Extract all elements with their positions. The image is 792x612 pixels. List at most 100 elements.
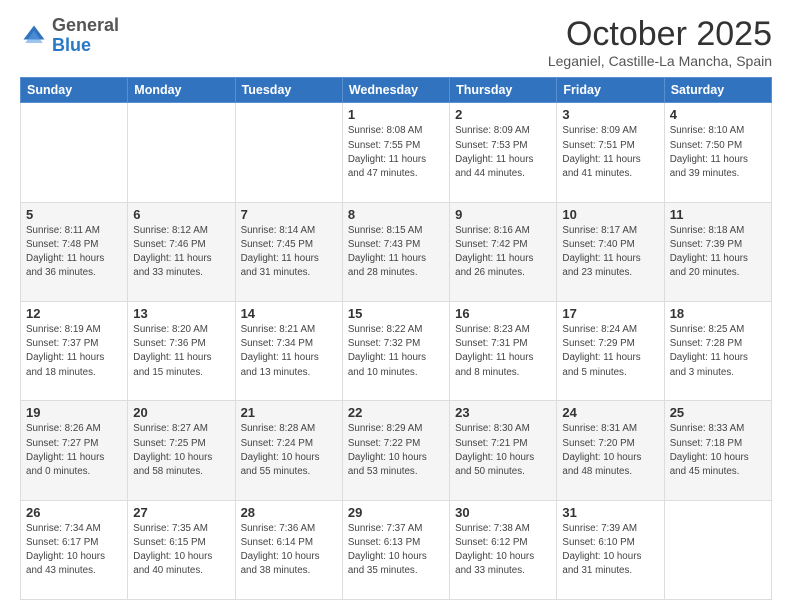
day-number: 29 — [348, 505, 444, 520]
day-info: Sunrise: 8:16 AM Sunset: 7:42 PM Dayligh… — [455, 224, 551, 281]
day-number: 10 — [562, 207, 658, 222]
day-number: 24 — [562, 405, 658, 420]
calendar-cell — [128, 103, 235, 202]
day-info: Sunrise: 8:26 AM Sunset: 7:27 PM Dayligh… — [26, 422, 122, 479]
weekday-header: Thursday — [450, 78, 557, 103]
day-number: 28 — [241, 505, 337, 520]
calendar-cell: 13 Sunrise: 8:20 AM Sunset: 7:36 PM Dayli… — [128, 302, 235, 401]
calendar-cell: 9Sunrise: 8:16 AM Sunset: 7:42 PM Daylig… — [450, 202, 557, 301]
day-info: Sunrise: 8:30 AM Sunset: 7:21 PM Dayligh… — [455, 422, 551, 479]
calendar-cell: 3 Sunrise: 8:09 AM Sunset: 7:51 PM Daylig… — [557, 103, 664, 202]
calendar-cell: 26 Sunrise: 7:34 AM Sunset: 6:17 PM Dayli… — [21, 500, 128, 599]
calendar-cell: 16 Sunrise: 8:23 AM Sunset: 7:31 PM Dayli… — [450, 302, 557, 401]
day-number: 31 — [562, 505, 658, 520]
day-info: Sunrise: 8:14 AM Sunset: 7:45 PM Dayligh… — [241, 224, 337, 281]
day-info: Sunrise: 8:28 AM Sunset: 7:24 PM Dayligh… — [241, 422, 337, 479]
day-number: 11 — [670, 207, 766, 222]
calendar-cell: 18Sunrise: 8:25 AM Sunset: 7:28 PM Dayli… — [664, 302, 771, 401]
calendar-cell — [21, 103, 128, 202]
calendar-cell — [235, 103, 342, 202]
logo: General Blue — [20, 16, 119, 56]
day-number: 7 — [241, 207, 337, 222]
day-info: Sunrise: 8:23 AM Sunset: 7:31 PM Dayligh… — [455, 323, 551, 380]
header: General Blue October 2025 Leganiel, Cast… — [20, 16, 772, 69]
calendar-week-row: 19 Sunrise: 8:26 AM Sunset: 7:27 PM Dayli… — [21, 401, 772, 500]
day-info: Sunrise: 8:17 AM Sunset: 7:40 PM Dayligh… — [562, 224, 658, 281]
day-number: 6 — [133, 207, 229, 222]
day-info: Sunrise: 7:39 AM Sunset: 6:10 PM Dayligh… — [562, 522, 658, 579]
calendar-week-row: 5 Sunrise: 8:11 AM Sunset: 7:48 PM Daylig… — [21, 202, 772, 301]
day-number: 26 — [26, 505, 122, 520]
day-number: 22 — [348, 405, 444, 420]
day-number: 14 — [241, 306, 337, 321]
day-number: 5 — [26, 207, 122, 222]
day-number: 27 — [133, 505, 229, 520]
calendar-cell: 4Sunrise: 8:10 AM Sunset: 7:50 PM Daylig… — [664, 103, 771, 202]
day-info: Sunrise: 8:29 AM Sunset: 7:22 PM Dayligh… — [348, 422, 444, 479]
calendar-cell: 11 Sunrise: 8:18 AM Sunset: 7:39 PM Dayli… — [664, 202, 771, 301]
logo-blue: Blue — [52, 35, 91, 55]
calendar-cell: 28Sunrise: 7:36 AM Sunset: 6:14 PM Dayli… — [235, 500, 342, 599]
day-info: Sunrise: 8:25 AM Sunset: 7:28 PM Dayligh… — [670, 323, 766, 380]
calendar-cell: 5 Sunrise: 8:11 AM Sunset: 7:48 PM Daylig… — [21, 202, 128, 301]
day-number: 17 — [562, 306, 658, 321]
day-number: 1 — [348, 107, 444, 122]
day-number: 16 — [455, 306, 551, 321]
calendar-cell: 22 Sunrise: 8:29 AM Sunset: 7:22 PM Dayli… — [342, 401, 449, 500]
month-title: October 2025 — [548, 16, 772, 53]
day-number: 21 — [241, 405, 337, 420]
day-number: 3 — [562, 107, 658, 122]
day-info: Sunrise: 8:33 AM Sunset: 7:18 PM Dayligh… — [670, 422, 766, 479]
weekday-header: Sunday — [21, 78, 128, 103]
calendar-cell: 12 Sunrise: 8:19 AM Sunset: 7:37 PM Dayli… — [21, 302, 128, 401]
calendar-cell: 15 Sunrise: 8:22 AM Sunset: 7:32 PM Dayli… — [342, 302, 449, 401]
day-number: 15 — [348, 306, 444, 321]
weekday-header: Saturday — [664, 78, 771, 103]
calendar-cell: 31 Sunrise: 7:39 AM Sunset: 6:10 PM Dayli… — [557, 500, 664, 599]
day-info: Sunrise: 8:22 AM Sunset: 7:32 PM Dayligh… — [348, 323, 444, 380]
day-info: Sunrise: 8:20 AM Sunset: 7:36 PM Dayligh… — [133, 323, 229, 380]
day-number: 23 — [455, 405, 551, 420]
day-info: Sunrise: 7:34 AM Sunset: 6:17 PM Dayligh… — [26, 522, 122, 579]
calendar-cell: 7 Sunrise: 8:14 AM Sunset: 7:45 PM Daylig… — [235, 202, 342, 301]
calendar-cell: 21 Sunrise: 8:28 AM Sunset: 7:24 PM Dayli… — [235, 401, 342, 500]
logo-general: General — [52, 15, 119, 35]
day-number: 12 — [26, 306, 122, 321]
day-info: Sunrise: 8:08 AM Sunset: 7:55 PM Dayligh… — [348, 124, 444, 181]
calendar-cell: 29 Sunrise: 7:37 AM Sunset: 6:13 PM Dayli… — [342, 500, 449, 599]
title-area: October 2025 Leganiel, Castille-La Manch… — [548, 16, 772, 69]
calendar-cell: 25 Sunrise: 8:33 AM Sunset: 7:18 PM Dayli… — [664, 401, 771, 500]
day-info: Sunrise: 7:37 AM Sunset: 6:13 PM Dayligh… — [348, 522, 444, 579]
day-info: Sunrise: 8:24 AM Sunset: 7:29 PM Dayligh… — [562, 323, 658, 380]
day-info: Sunrise: 8:09 AM Sunset: 7:53 PM Dayligh… — [455, 124, 551, 181]
day-number: 25 — [670, 405, 766, 420]
calendar-cell: 27Sunrise: 7:35 AM Sunset: 6:15 PM Dayli… — [128, 500, 235, 599]
calendar-table: SundayMondayTuesdayWednesdayThursdayFrid… — [20, 77, 772, 600]
day-info: Sunrise: 8:15 AM Sunset: 7:43 PM Dayligh… — [348, 224, 444, 281]
calendar-cell: 17 Sunrise: 8:24 AM Sunset: 7:29 PM Dayli… — [557, 302, 664, 401]
day-info: Sunrise: 8:31 AM Sunset: 7:20 PM Dayligh… — [562, 422, 658, 479]
weekday-header: Monday — [128, 78, 235, 103]
day-info: Sunrise: 7:38 AM Sunset: 6:12 PM Dayligh… — [455, 522, 551, 579]
calendar-week-row: 26 Sunrise: 7:34 AM Sunset: 6:17 PM Dayli… — [21, 500, 772, 599]
day-info: Sunrise: 8:18 AM Sunset: 7:39 PM Dayligh… — [670, 224, 766, 281]
day-number: 13 — [133, 306, 229, 321]
page: General Blue October 2025 Leganiel, Cast… — [0, 0, 792, 612]
day-info: Sunrise: 8:12 AM Sunset: 7:46 PM Dayligh… — [133, 224, 229, 281]
calendar-cell — [664, 500, 771, 599]
calendar-cell: 23 Sunrise: 8:30 AM Sunset: 7:21 PM Dayli… — [450, 401, 557, 500]
calendar-cell: 2Sunrise: 8:09 AM Sunset: 7:53 PM Daylig… — [450, 103, 557, 202]
day-number: 19 — [26, 405, 122, 420]
day-info: Sunrise: 8:27 AM Sunset: 7:25 PM Dayligh… — [133, 422, 229, 479]
calendar-cell: 14 Sunrise: 8:21 AM Sunset: 7:34 PM Dayli… — [235, 302, 342, 401]
calendar-cell: 10 Sunrise: 8:17 AM Sunset: 7:40 PM Dayli… — [557, 202, 664, 301]
calendar-cell: 20Sunrise: 8:27 AM Sunset: 7:25 PM Dayli… — [128, 401, 235, 500]
calendar-cell: 1 Sunrise: 8:08 AM Sunset: 7:55 PM Daylig… — [342, 103, 449, 202]
calendar-cell: 30Sunrise: 7:38 AM Sunset: 6:12 PM Dayli… — [450, 500, 557, 599]
weekday-header: Friday — [557, 78, 664, 103]
day-info: Sunrise: 8:21 AM Sunset: 7:34 PM Dayligh… — [241, 323, 337, 380]
logo-icon — [20, 22, 48, 50]
day-info: Sunrise: 8:11 AM Sunset: 7:48 PM Dayligh… — [26, 224, 122, 281]
day-info: Sunrise: 8:19 AM Sunset: 7:37 PM Dayligh… — [26, 323, 122, 380]
day-info: Sunrise: 8:09 AM Sunset: 7:51 PM Dayligh… — [562, 124, 658, 181]
